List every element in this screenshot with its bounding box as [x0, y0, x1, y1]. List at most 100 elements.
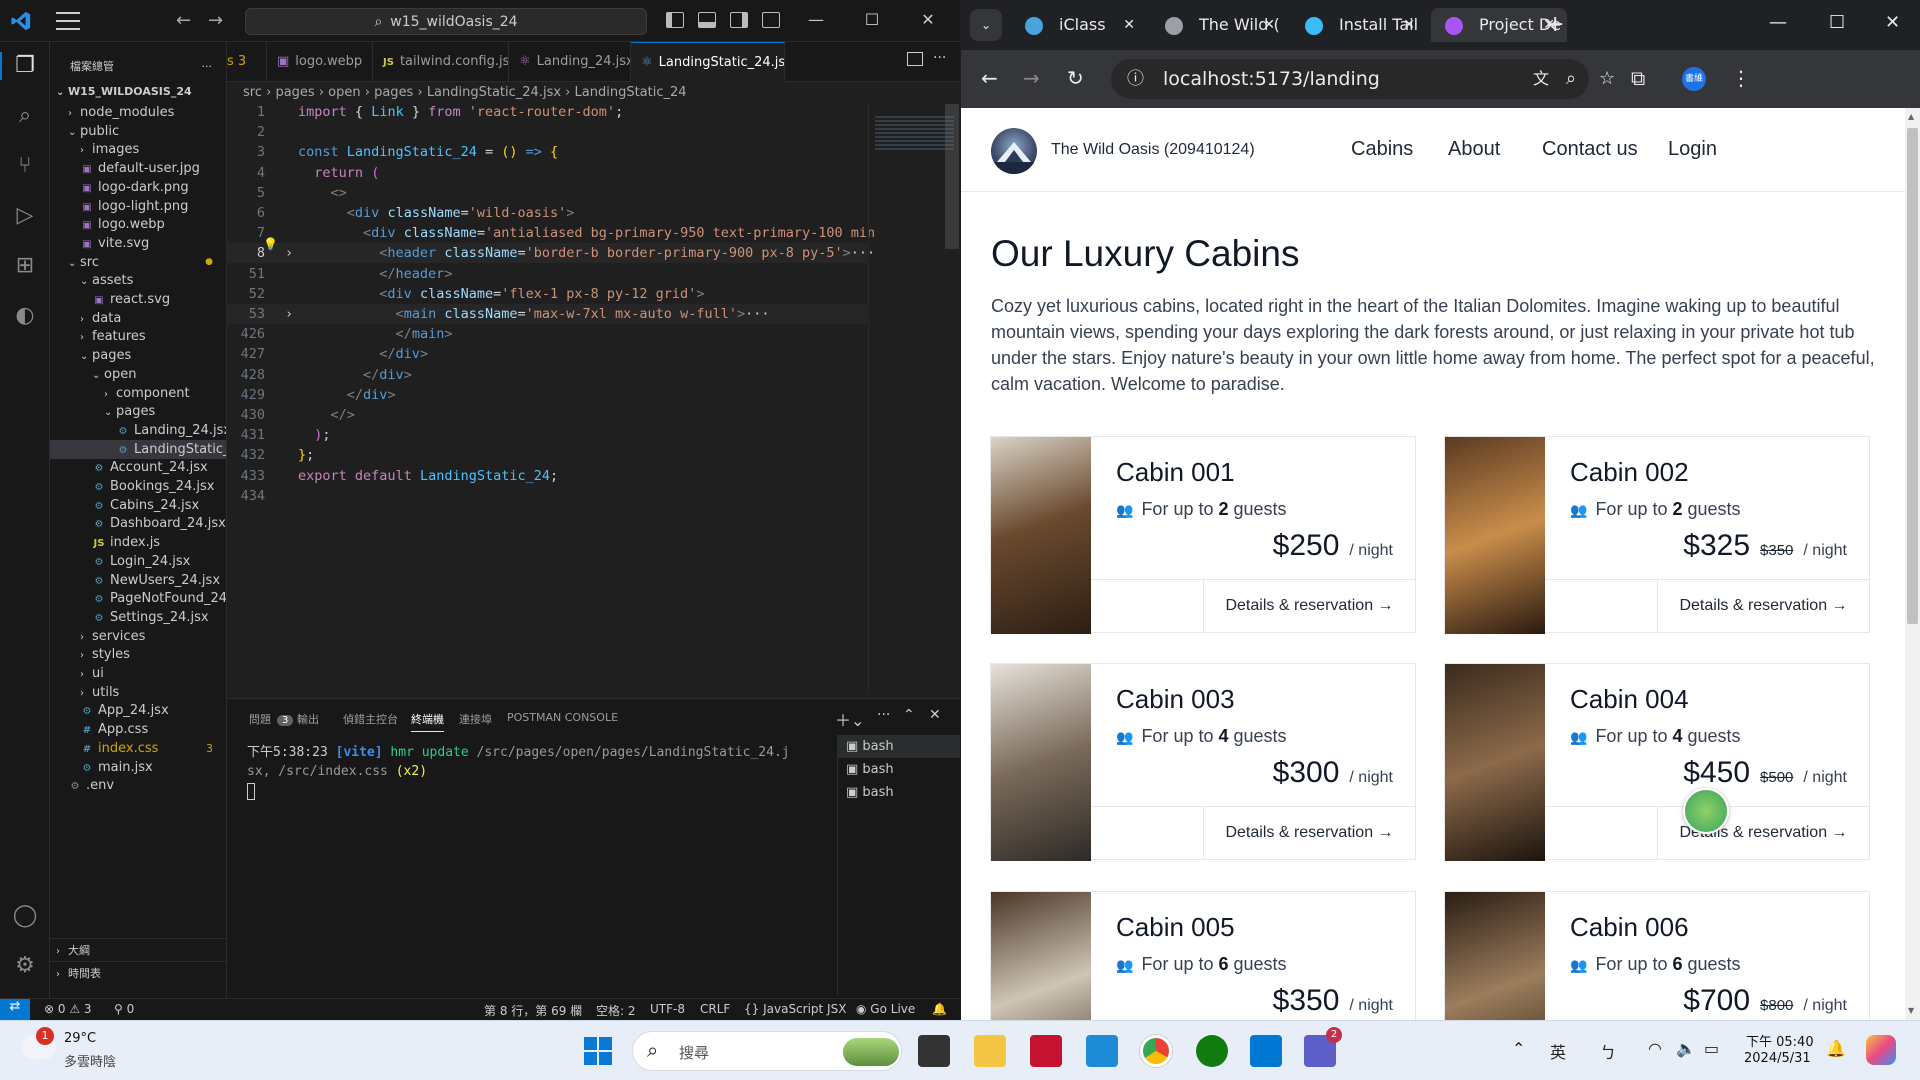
split-editor-icon[interactable] — [907, 52, 923, 66]
search-icon[interactable]: ⌕ — [11, 102, 39, 130]
code-line[interactable]: 433 export default LandingStatic_24; — [227, 466, 867, 486]
maximize-panel-icon[interactable]: ⌃ — [903, 707, 915, 723]
language-mode[interactable]: {} JavaScript JSX — [744, 1002, 846, 1016]
tree-item[interactable]: ⚙ Account_24.jsx — [50, 458, 226, 477]
toggle-primary-sidebar-icon[interactable] — [666, 12, 684, 28]
fold-chevron-icon[interactable]: › — [285, 304, 293, 324]
tab-landing-24[interactable]: ⚛ Landing_24.jsx — [509, 42, 631, 82]
extensions-icon[interactable]: ⊞ — [11, 252, 39, 280]
volume-icon[interactable]: 🔈 — [1676, 1039, 1696, 1058]
tree-item[interactable]: › images — [50, 140, 226, 159]
close-panel-icon[interactable]: ✕ — [929, 707, 941, 723]
tree-item[interactable]: ▣ vite.svg — [50, 234, 226, 253]
terminal-output[interactable]: 下午5:38:23 [vite] hmr update /src/pages/o… — [247, 743, 837, 800]
tree-item[interactable]: ⚙ App_24.jsx — [50, 701, 226, 720]
maximize-icon[interactable]: ☐ — [862, 10, 882, 29]
outline-section[interactable]: › 大綱 — [50, 938, 226, 961]
tree-item[interactable]: › features — [50, 327, 226, 346]
code-line[interactable]: 52 <div className='flex-1 px-8 py-12 gri… — [227, 284, 867, 304]
weather-desc[interactable]: 多雲時陰 — [64, 1051, 116, 1070]
more-actions-icon[interactable]: ··· — [202, 60, 213, 73]
details-reservation-link[interactable]: Details & reservation → — [1203, 807, 1415, 859]
taskbar-search[interactable]: ⌕ 搜尋 — [632, 1031, 902, 1071]
wifi-icon[interactable]: ◠ — [1648, 1039, 1662, 1058]
zoom-icon[interactable]: ⌕ — [1566, 59, 1576, 99]
site-logo[interactable] — [991, 128, 1037, 174]
tree-item[interactable]: ⚙ main.jsx — [50, 758, 226, 777]
breadcrumb-item[interactable]: pages — [275, 85, 314, 100]
scroll-down-icon[interactable]: ▼ — [1908, 1006, 1914, 1015]
tree-item[interactable]: ▣ logo.webp — [50, 215, 226, 234]
code-line[interactable]: 6 <div className='wild-oasis'> — [227, 203, 867, 223]
tree-item[interactable]: # App.css — [50, 720, 226, 739]
code-line[interactable]: 51 </header> — [227, 264, 867, 284]
code-line[interactable]: 53 › <main className='max-w-7xl mx-auto w… — [227, 304, 867, 324]
forward-arrow-icon[interactable]: → — [208, 10, 223, 31]
breadcrumb-item[interactable]: pages — [374, 85, 413, 100]
remote-indicator-icon[interactable]: ⇄ — [0, 999, 30, 1021]
details-reservation-link[interactable]: Details & reservation → — [1657, 580, 1869, 632]
tab-truncated[interactable]: s 3 — [227, 42, 267, 82]
tree-item[interactable]: › ui — [50, 664, 226, 683]
breadcrumb-item[interactable]: open — [328, 85, 360, 100]
settings-gear-icon[interactable]: ⚙ — [11, 952, 39, 980]
command-center-search[interactable]: ⌕ w15_wildOasis_24 — [245, 8, 647, 35]
panel-tab[interactable]: 終端機 — [411, 711, 444, 732]
xbox-icon[interactable] — [1196, 1035, 1228, 1067]
tree-item[interactable]: ⚙ Settings_24.jsx — [50, 608, 226, 627]
terminal-instance[interactable]: ▣ bash — [838, 758, 960, 781]
chevron-up-icon[interactable]: ⌃ — [1512, 1039, 1525, 1058]
start-icon[interactable] — [584, 1037, 612, 1065]
lightbulb-icon[interactable]: 💡 — [263, 237, 278, 251]
browser-tab[interactable]: The Wild (✕ — [1151, 8, 1287, 42]
tree-item[interactable]: › data — [50, 309, 226, 328]
forward-icon[interactable]: → — [1023, 66, 1040, 90]
tree-item[interactable]: ⌄ assets — [50, 271, 226, 290]
minimize-icon[interactable]: — — [1769, 12, 1787, 33]
chrome-menu-icon[interactable]: ⋮ — [1731, 66, 1751, 90]
panel-tab[interactable]: 問題 3 — [249, 711, 294, 727]
code-line[interactable]: 434 — [227, 486, 867, 506]
close-tab-icon[interactable]: ✕ — [1263, 8, 1275, 42]
vscode-taskbar-icon[interactable] — [1250, 1035, 1282, 1067]
task-view-icon[interactable] — [918, 1035, 950, 1067]
tree-item[interactable]: ⚙ Cabins_24.jsx — [50, 496, 226, 515]
details-reservation-link[interactable]: Details & reservation → — [1203, 580, 1415, 632]
file-explorer-icon[interactable] — [974, 1035, 1006, 1067]
ports-status[interactable]: ⚲ 0 — [114, 1002, 134, 1016]
tree-item[interactable]: › utils — [50, 683, 226, 702]
code-line[interactable]: 430 </> — [227, 405, 867, 425]
menu-icon[interactable] — [56, 12, 80, 30]
terminal-instance[interactable]: ▣ bash — [838, 735, 960, 758]
panel-tab[interactable]: POSTMAN CONSOLE — [507, 711, 618, 724]
page-scrollbar[interactable]: ▲ ▼ — [1905, 108, 1920, 1020]
editor-scrollbar[interactable] — [945, 104, 959, 249]
extensions-icon[interactable]: ⧉ — [1631, 66, 1645, 90]
tree-item[interactable]: ▣ react.svg — [50, 290, 226, 309]
more-actions-icon[interactable]: ··· — [877, 707, 890, 723]
clock-date[interactable]: 2024/5/31 — [1744, 1051, 1811, 1066]
new-terminal-icon[interactable]: ＋⌄ — [835, 707, 864, 731]
weather-temp[interactable]: 29°C — [64, 1031, 96, 1046]
code-line[interactable]: 5 <> — [227, 183, 867, 203]
nav-cabins[interactable]: Cabins — [1351, 138, 1413, 161]
close-icon[interactable]: ✕ — [918, 10, 938, 29]
new-tab-icon[interactable]: + — [1546, 12, 1564, 37]
tree-item[interactable]: ⚙ LandingStatic_2... — [50, 439, 226, 459]
profile-avatar[interactable]: 書維 — [1682, 67, 1706, 91]
run-debug-icon[interactable]: ▷ — [11, 202, 39, 230]
toggle-secondary-sidebar-icon[interactable] — [730, 12, 748, 28]
remote-desktop-icon[interactable] — [1086, 1035, 1118, 1067]
breadcrumb-item[interactable]: LandingStatic_24 — [575, 85, 687, 100]
floating-widget-icon[interactable] — [1683, 788, 1729, 834]
close-tab-icon[interactable]: ✕ — [1123, 8, 1135, 42]
maximize-icon[interactable]: ☐ — [1829, 12, 1845, 33]
code-line[interactable]: 431 ); — [227, 425, 867, 445]
translate-icon[interactable]: 文 — [1533, 59, 1549, 99]
panel-tab[interactable]: 連接埠 — [459, 711, 492, 727]
browser-tab[interactable]: iClass ✕ — [1011, 8, 1147, 42]
site-info-icon[interactable]: ⓘ — [1127, 59, 1144, 99]
address-bar[interactable]: ⓘ localhost:5173/landing 文 ⌕ ☆ — [1111, 59, 1615, 99]
scroll-up-icon[interactable]: ▲ — [1908, 112, 1914, 121]
tab-search-icon[interactable]: ⌄ — [970, 9, 1002, 41]
